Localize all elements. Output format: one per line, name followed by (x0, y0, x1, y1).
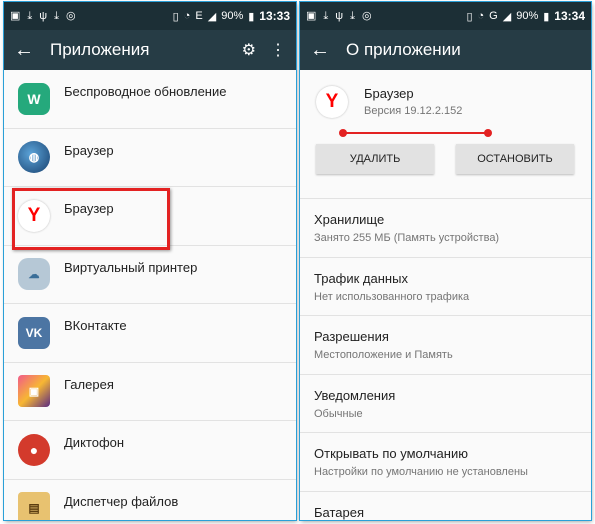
setting-title: Открывать по умолчанию (314, 446, 468, 461)
setting-subtitle: Обычные (314, 407, 363, 420)
gallery-icon: ▣ (18, 375, 50, 408)
app-version: Версия 19.12.2.152 (364, 105, 463, 117)
back-arrow-icon[interactable]: ← (14, 40, 50, 60)
setting-data-usage[interactable]: Трафик данных Нет использованного трафик… (300, 256, 591, 316)
setting-permissions[interactable]: Разрешения Местоположение и Память (300, 315, 591, 374)
battery-icon: ▮ (248, 10, 255, 23)
microphone-icon: ● (18, 433, 50, 466)
app-label: Галерея (64, 376, 114, 392)
download-icon: ⤓ (323, 9, 329, 22)
image-icon: ▣ (306, 9, 317, 22)
battery-percent: 90% (221, 10, 244, 22)
wifi-icon: ◔ (477, 10, 485, 22)
app-bar: ← Приложения ⚙ ⋮ (4, 30, 296, 70)
red-annotation-line (339, 129, 492, 137)
download-icon: ⤓ (54, 9, 59, 22)
network-type: E (195, 10, 203, 22)
app-label: Браузер (64, 201, 114, 217)
file-manager-icon: ▤ (18, 492, 50, 520)
globe-browser-icon: ◍ (18, 141, 50, 174)
clock: 13:34 (554, 9, 585, 23)
clock: 13:33 (259, 9, 290, 23)
list-item[interactable]: ● Диктофон (4, 421, 296, 480)
setting-storage[interactable]: Хранилище Занято 255 МБ (Память устройст… (300, 198, 591, 257)
app-label: Диспетчер файлов (64, 493, 179, 509)
list-item[interactable]: ▣ Галерея (4, 363, 296, 421)
list-item[interactable]: ◍ Браузер (4, 129, 296, 187)
battery-percent: 90% (516, 10, 539, 22)
setting-battery[interactable]: Батарея (300, 490, 591, 521)
signal-icon: ◢ (502, 10, 512, 23)
cloud-printer-icon: ☁ (18, 258, 50, 291)
setting-subtitle: Местоположение и Память (314, 349, 453, 361)
app-header: Y Браузер Версия 19.12.2.152 (300, 70, 591, 128)
gear-icon[interactable]: ⚙ (242, 40, 256, 60)
location-icon: ◎ (362, 9, 372, 22)
list-item[interactable]: ▤ Диспетчер файлов (4, 480, 296, 520)
list-item-yandex-browser[interactable]: Y Браузер (4, 187, 296, 246)
network-type: G (489, 10, 498, 22)
page-title: О приложении (346, 40, 461, 59)
image-icon: ▣ (10, 9, 21, 22)
vibrate-icon: ▯ (172, 10, 179, 23)
setting-title: Разрешения (314, 329, 389, 344)
app-label: Диктофон (64, 435, 125, 451)
list-item[interactable]: ☁ Виртуальный принтер (4, 246, 296, 304)
vk-icon: VK (18, 316, 50, 349)
wifi-icon: ◔ (183, 10, 191, 22)
app-label: Браузер (64, 142, 114, 158)
app-label: Виртуальный принтер (64, 259, 198, 275)
download-icon: ⤓ (350, 9, 355, 22)
force-stop-button[interactable]: ОСТАНОВИТЬ (456, 144, 574, 174)
list-item[interactable]: W Беспроводное обновление (4, 70, 296, 129)
setting-title: Трафик данных (314, 270, 408, 286)
setting-subtitle: Нет использованного трафика (314, 290, 470, 303)
update-icon: W (18, 82, 50, 115)
app-label: Беспроводное обновление (64, 84, 227, 100)
setting-notifications[interactable]: Уведомления Обычные (300, 373, 591, 433)
page-title: Приложения (50, 40, 150, 59)
setting-title: Хранилище (314, 212, 385, 227)
back-arrow-icon[interactable]: ← (310, 40, 346, 60)
setting-open-by-default[interactable]: Открывать по умолчанию Настройки по умол… (300, 432, 591, 491)
status-bar: ▣ ⤓ ψ ⤓ ◎ ▯ ◔ G ◢ 90% ▮ 13:34 (300, 2, 591, 30)
download-icon: ⤓ (27, 9, 33, 22)
vibrate-icon: ▯ (466, 10, 473, 23)
setting-subtitle: Занято 255 МБ (Память устройства) (314, 232, 500, 244)
app-label: ВКонтакте (64, 318, 127, 334)
battery-icon: ▮ (543, 10, 550, 23)
uninstall-button[interactable]: УДАЛИТЬ (316, 144, 434, 174)
setting-title: Батарея (314, 504, 365, 520)
usb-icon: ψ (335, 9, 344, 22)
app-list: W Беспроводное обновление ◍ Браузер Y Бр… (4, 70, 296, 520)
yandex-browser-icon: Y (18, 199, 50, 232)
app-bar: ← О приложении (300, 30, 591, 70)
signal-icon: ◢ (207, 10, 217, 23)
apps-screen: ▣ ⤓ ψ ⤓ ◎ ▯ ◔ E ◢ 90% ▮ 13:33 ← Приложен… (4, 2, 296, 520)
app-info-screen: ▣ ⤓ ψ ⤓ ◎ ▯ ◔ G ◢ 90% ▮ 13:34 ← О прилож… (300, 2, 591, 520)
overflow-menu-icon[interactable]: ⋮ (270, 40, 286, 60)
yandex-browser-icon: Y (316, 86, 348, 118)
location-icon: ◎ (66, 9, 76, 22)
list-item[interactable]: VK ВКонтакте (4, 304, 296, 363)
setting-title: Уведомления (314, 387, 396, 403)
setting-subtitle: Настройки по умолчанию не установлены (314, 466, 528, 478)
usb-icon: ψ (39, 9, 48, 22)
status-bar: ▣ ⤓ ψ ⤓ ◎ ▯ ◔ E ◢ 90% ▮ 13:33 (4, 2, 296, 30)
app-name: Браузер (364, 86, 414, 101)
